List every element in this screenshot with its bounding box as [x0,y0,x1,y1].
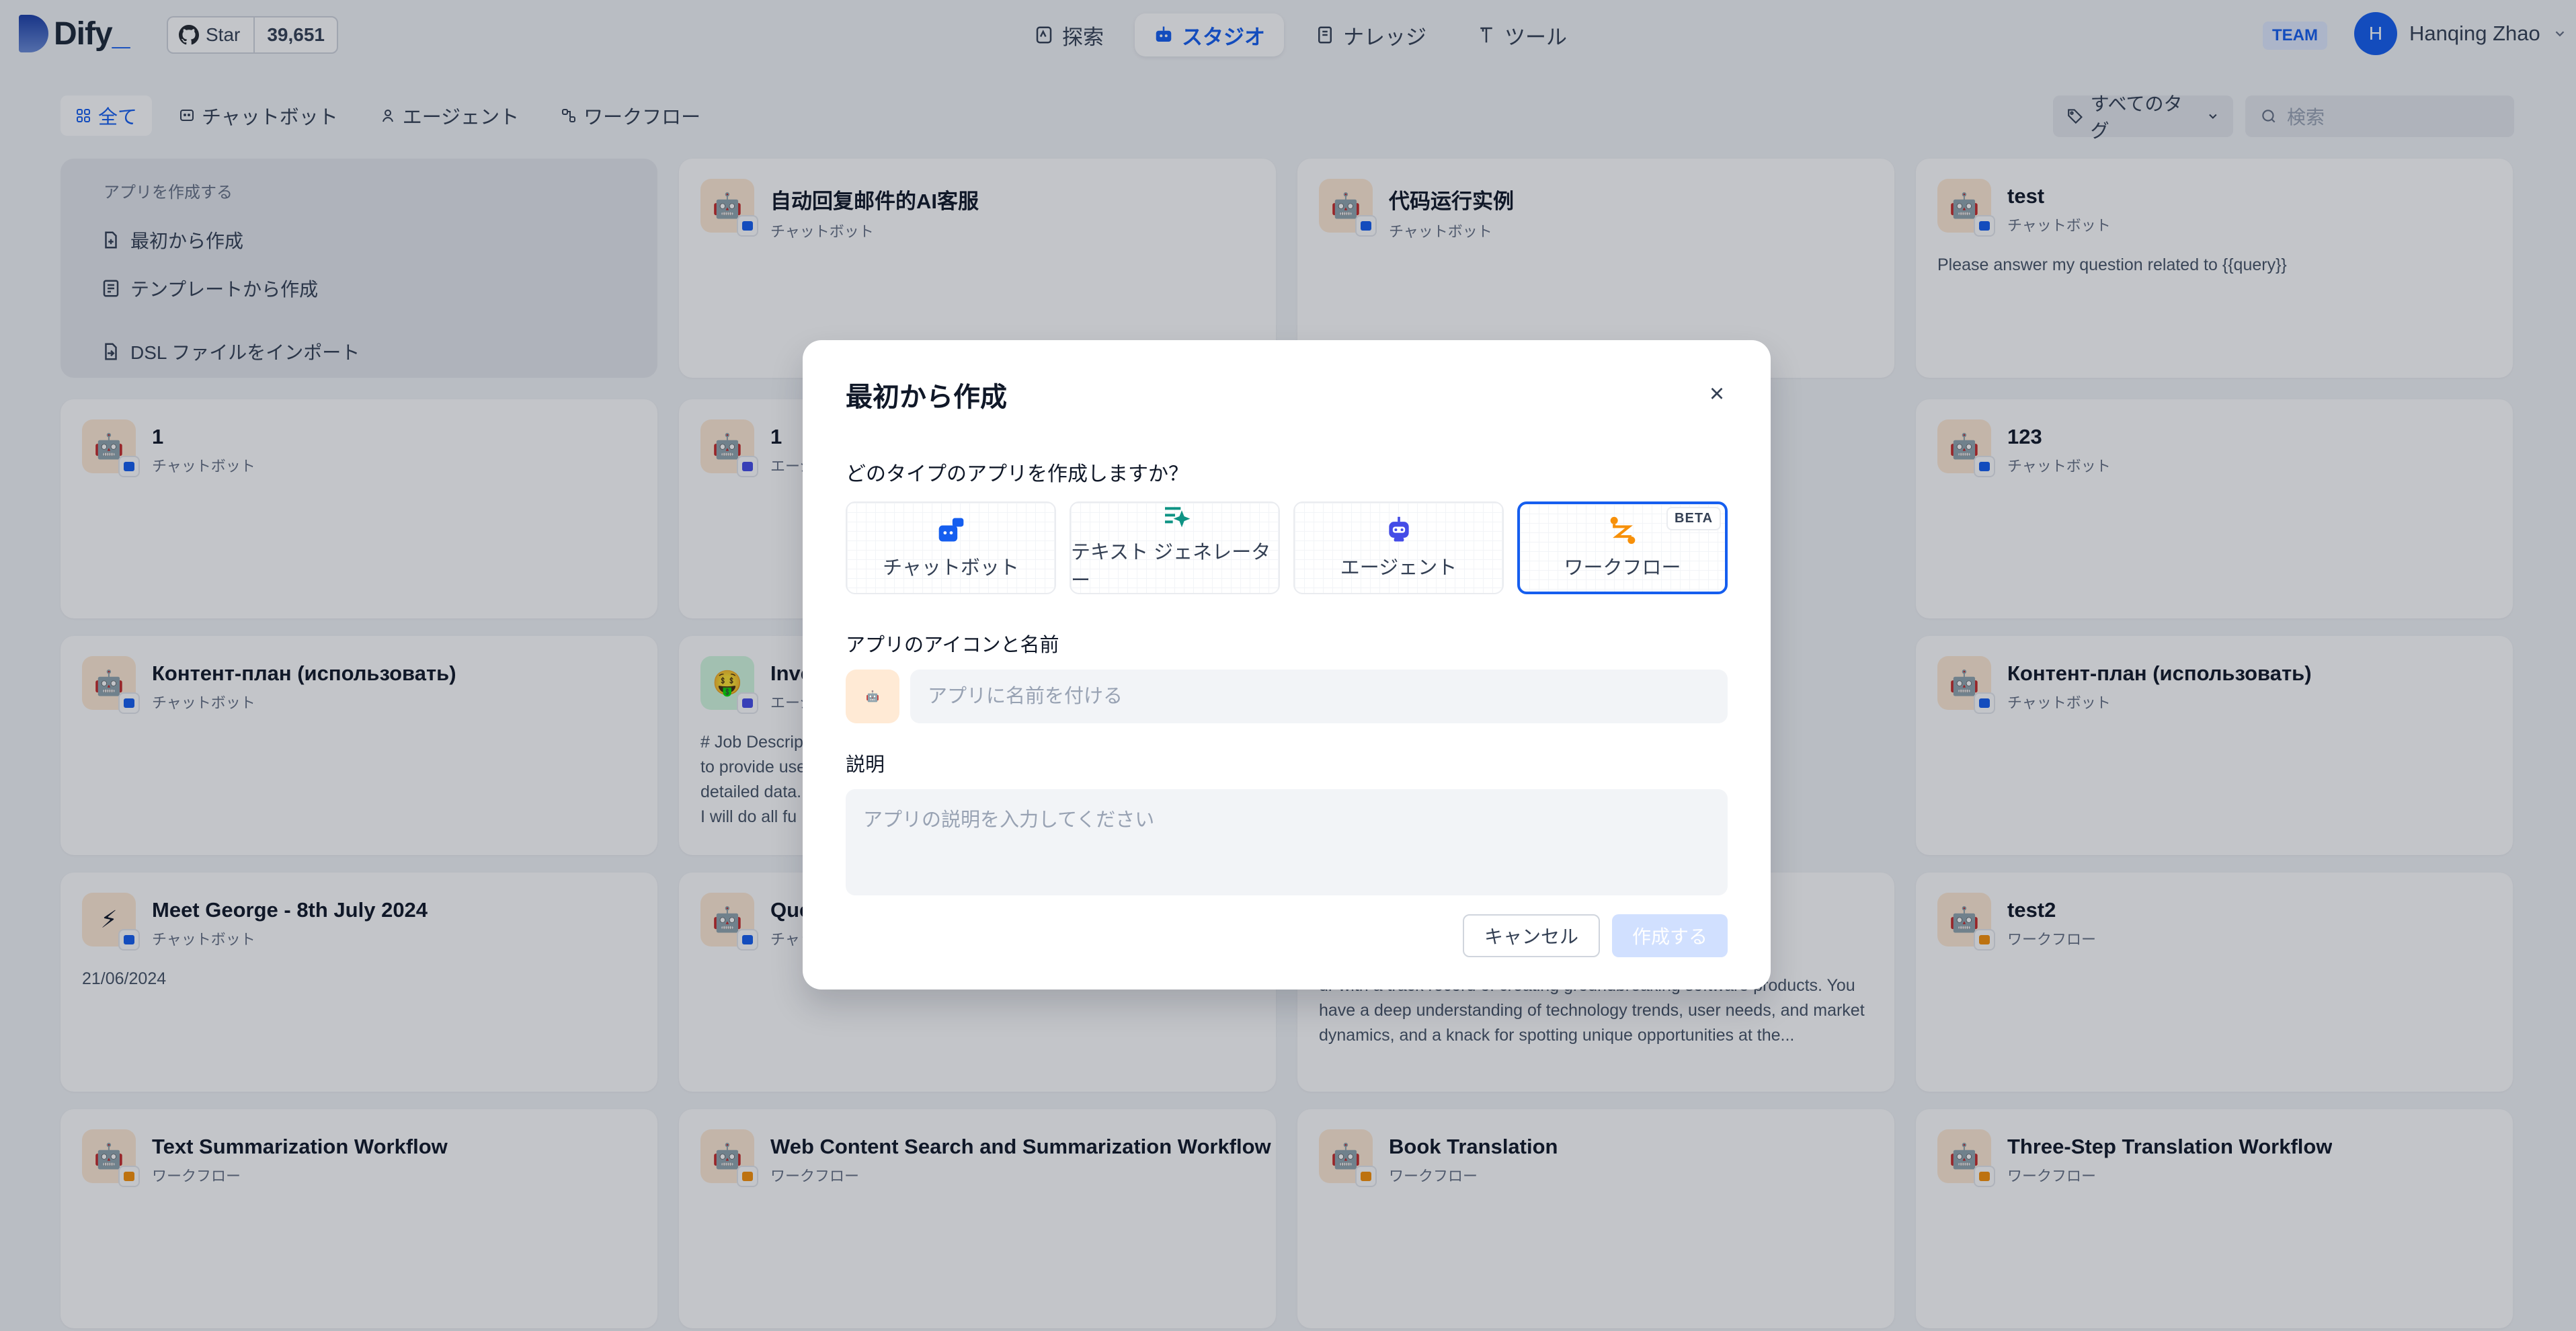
app-type-question: どのタイプのアプリを作成しますか？ [846,463,1189,485]
type-option-label: テキスト ジェネレーター [1071,542,1271,592]
type-option-workflow[interactable]: BETA ワークフロー [1517,501,1728,594]
create-app-modal: 最初から作成 × どのタイプのアプリを作成しますか？ チャットボット テキスト … [803,340,1771,990]
type-option-label: ワークフロー [1564,557,1681,579]
modal-actions: キャンセル 作成する [1462,914,1728,957]
description-label: 説明 [846,754,885,776]
cancel-button[interactable]: キャンセル [1462,914,1600,957]
chatbot-icon [938,518,963,542]
app-name-input[interactable] [910,670,1728,723]
workflow-icon [1610,516,1635,544]
name-row: 🤖 [846,670,1728,723]
type-option-text-generator[interactable]: テキスト ジェネレーター [1070,501,1280,594]
beta-badge: BETA [1666,507,1722,530]
type-option-label: チャットボット [883,557,1019,579]
close-icon[interactable]: × [1703,380,1730,408]
text-generator-icon [1164,507,1190,528]
app-icon-picker[interactable]: 🤖 [846,670,899,723]
agent-icon [1388,516,1409,542]
name-label: アプリのアイコンと名前 [846,635,1059,656]
modal-title: 最初から作成 [846,382,1007,412]
type-option-chatbot[interactable]: チャットボット [846,501,1056,594]
type-option-label: エージェント [1340,557,1457,579]
app-description-input[interactable] [846,789,1728,895]
type-option-agent[interactable]: エージェント [1293,501,1504,594]
create-button[interactable]: 作成する [1611,914,1728,957]
app-type-options: チャットボット テキスト ジェネレーター エージェント BETA ワークフロー [846,501,1728,594]
